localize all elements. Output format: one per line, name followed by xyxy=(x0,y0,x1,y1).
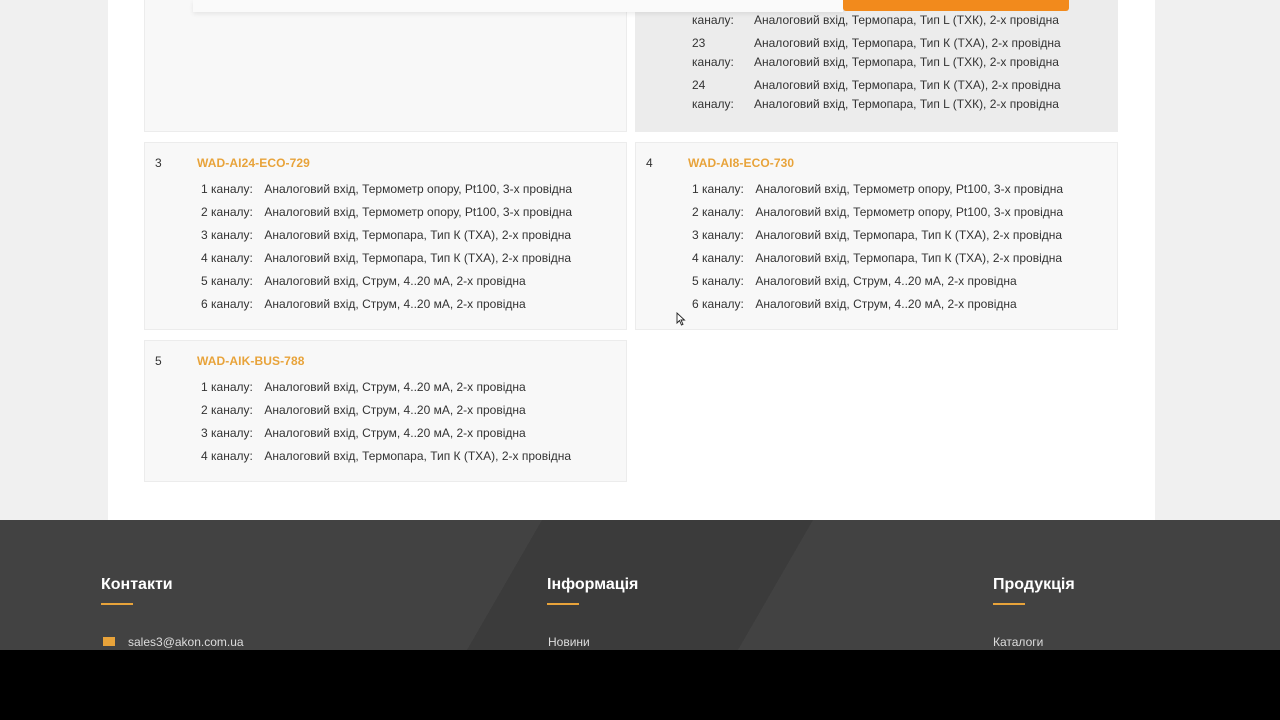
channel-row: каналу: Аналоговий вхід, Термопара, Тип L… xyxy=(692,11,1061,34)
footer-heading-contacts: Контакти xyxy=(101,576,173,593)
channel-value: Аналоговий вхід, Термопара, Тип К (ТХА),… xyxy=(755,228,1063,242)
channel-label: 6 каналу: xyxy=(692,297,744,311)
channel-label: 2 каналу: xyxy=(201,403,253,417)
channel-label: 4 каналу: xyxy=(201,449,253,463)
dropdown-overlay xyxy=(193,0,843,12)
card-number: 3 xyxy=(155,156,162,170)
channel-value: Аналоговий вхід, Термопара, Тип К (ТХА),… xyxy=(264,449,572,463)
channel-value: Аналоговий вхід, Термометр опору, Pt100,… xyxy=(264,182,573,196)
channel-value: Аналоговий вхід, Термометр опору, Pt100,… xyxy=(755,182,1064,196)
channel-value: Аналоговий вхід, Термопара, Тип К (ТХА),… xyxy=(754,36,1061,50)
footer-email-link[interactable]: sales3@akon.com.ua xyxy=(103,635,244,649)
channel-value: Аналоговий вхід, Термопара, Тип К (ТХА),… xyxy=(264,228,572,242)
channel-value: Аналоговий вхід, Термопара, Тип L (ТХК),… xyxy=(754,13,1059,27)
device-card-2: каналу: Аналоговий вхід, Термопара, Тип L… xyxy=(635,0,1118,132)
orange-button[interactable] xyxy=(843,0,1069,11)
footer-link-news[interactable]: Новини xyxy=(548,635,590,649)
mail-icon xyxy=(103,637,115,647)
channel-label: каналу: xyxy=(692,97,734,111)
channel-label: 2 каналу: xyxy=(692,205,744,219)
footer-products: Продукція xyxy=(993,576,1075,605)
device-card-3: 3 WAD-AI24-ECO-729 1 каналу: Аналоговий … xyxy=(144,142,627,330)
channel-value: Аналоговий вхід, Термопара, Тип К (ТХА),… xyxy=(264,251,572,265)
footer-info: Інформація xyxy=(547,576,638,605)
channel-label: 1 каналу: xyxy=(201,182,253,196)
heading-underline xyxy=(547,603,579,605)
channel-row: 2 каналу: Аналоговий вхід, Струм, 4..20 … xyxy=(201,402,571,425)
footer-heading-products: Продукція xyxy=(993,576,1075,593)
channel-label: 3 каналу: xyxy=(201,426,253,440)
channel-value: Аналоговий вхід, Термометр опору, Pt100,… xyxy=(755,205,1064,219)
channel-row: 5 каналу: Аналоговий вхід, Струм, 4..20 … xyxy=(692,273,1063,296)
channel-row: 1 каналу: Аналоговий вхід, Термометр опо… xyxy=(692,181,1063,204)
heading-underline xyxy=(993,603,1025,605)
mouse-pointer-icon xyxy=(676,312,686,326)
channel-label: 6 каналу: xyxy=(201,297,253,311)
channel-row: 3 каналу: Аналоговий вхід, Струм, 4..20 … xyxy=(201,425,571,448)
channel-number: 23 xyxy=(692,36,706,50)
channel-label: 5 каналу: xyxy=(692,274,744,288)
channel-label: 1 каналу: xyxy=(692,182,744,196)
channel-value: Аналоговий вхід, Струм, 4..20 мА, 2-х пр… xyxy=(264,297,526,311)
channel-label: 3 каналу: xyxy=(692,228,744,242)
channel-row: 1 каналу: Аналоговий вхід, Термометр опо… xyxy=(201,181,572,204)
channel-label: 3 каналу: xyxy=(201,228,253,242)
footer-link-catalogs[interactable]: Каталоги xyxy=(993,635,1043,649)
channel-number: 24 xyxy=(692,78,706,92)
channel-label: 2 каналу: xyxy=(201,205,253,219)
channel-label: 1 каналу: xyxy=(201,380,253,394)
channel-value: Аналоговий вхід, Термопара, Тип К (ТХА),… xyxy=(755,251,1063,265)
channel-value: Аналоговий вхід, Струм, 4..20 мА, 2-х пр… xyxy=(264,380,526,394)
channel-value: Аналоговий вхід, Струм, 4..20 мА, 2-х пр… xyxy=(264,403,526,417)
channel-row: 4 каналу: Аналоговий вхід, Термопара, Ти… xyxy=(201,250,572,273)
channel-label: каналу: xyxy=(692,13,734,27)
channel-value: Аналоговий вхід, Термопара, Тип L (ТХК),… xyxy=(754,55,1059,69)
device-title-link[interactable]: WAD-AI8-ECO-730 xyxy=(688,156,794,170)
email-text: sales3@akon.com.ua xyxy=(128,635,244,649)
channel-row: 6 каналу: Аналоговий вхід, Струм, 4..20 … xyxy=(201,296,572,319)
device-card-4: 4 WAD-AI8-ECO-730 1 каналу: Аналоговий в… xyxy=(635,142,1118,330)
page-background: каналу: Аналоговий вхід, Термопара, Тип L… xyxy=(0,0,1280,520)
channel-label: 4 каналу: xyxy=(201,251,253,265)
device-title-link[interactable]: WAD-AIK-BUS-788 xyxy=(197,354,305,368)
channel-row: 4 каналу: Аналоговий вхід, Термопара, Ти… xyxy=(692,250,1063,273)
site-footer: Контакти sales3@akon.com.ua Інформація Н… xyxy=(0,520,1280,650)
channel-label: 4 каналу: xyxy=(692,251,744,265)
footer-heading-info: Інформація xyxy=(547,576,639,593)
channel-row: 6 каналу: Аналоговий вхід, Струм, 4..20 … xyxy=(692,296,1063,319)
channel-value: Аналоговий вхід, Струм, 4..20 мА, 2-х пр… xyxy=(755,297,1017,311)
channel-row: 23 Аналоговий вхід, Термопара, Тип К (ТХА… xyxy=(692,34,1061,76)
channel-value: Аналоговий вхід, Струм, 4..20 мА, 2-х пр… xyxy=(264,426,526,440)
channel-label: 5 каналу: xyxy=(201,274,253,288)
footer-contacts: Контакти xyxy=(101,576,173,605)
channel-row: 2 каналу: Аналоговий вхід, Термометр опо… xyxy=(201,204,572,227)
channel-row: 3 каналу: Аналоговий вхід, Термопара, Ти… xyxy=(201,227,572,250)
card-number: 5 xyxy=(155,354,162,368)
channel-value: Аналоговий вхід, Термопара, Тип К (ТХА),… xyxy=(754,78,1061,92)
channel-row: 5 каналу: Аналоговий вхід, Струм, 4..20 … xyxy=(201,273,572,296)
channel-value: Аналоговий вхід, Струм, 4..20 мА, 2-х пр… xyxy=(264,274,526,288)
channel-row: 2 каналу: Аналоговий вхід, Термометр опо… xyxy=(692,204,1063,227)
card-number: 4 xyxy=(646,156,653,170)
device-title-link[interactable]: WAD-AI24-ECO-729 xyxy=(197,156,310,170)
device-card-1 xyxy=(144,0,627,132)
channel-value: Аналоговий вхід, Термопара, Тип L (ТХК),… xyxy=(754,97,1059,111)
channel-row: 24 Аналоговий вхід, Термопара, Тип К (ТХА… xyxy=(692,76,1061,118)
black-bar xyxy=(0,650,1280,720)
channel-value: Аналоговий вхід, Термометр опору, Pt100,… xyxy=(264,205,573,219)
channel-value: Аналоговий вхід, Струм, 4..20 мА, 2-х пр… xyxy=(755,274,1017,288)
device-card-5: 5 WAD-AIK-BUS-788 1 каналу: Аналоговий в… xyxy=(144,340,627,482)
channel-row: 1 каналу: Аналоговий вхід, Струм, 4..20 … xyxy=(201,379,571,402)
heading-underline xyxy=(101,603,133,605)
channel-row: 4 каналу: Аналоговий вхід, Термопара, Ти… xyxy=(201,448,571,471)
channel-row: 3 каналу: Аналоговий вхід, Термопара, Ти… xyxy=(692,227,1063,250)
channel-label: каналу: xyxy=(692,55,734,69)
